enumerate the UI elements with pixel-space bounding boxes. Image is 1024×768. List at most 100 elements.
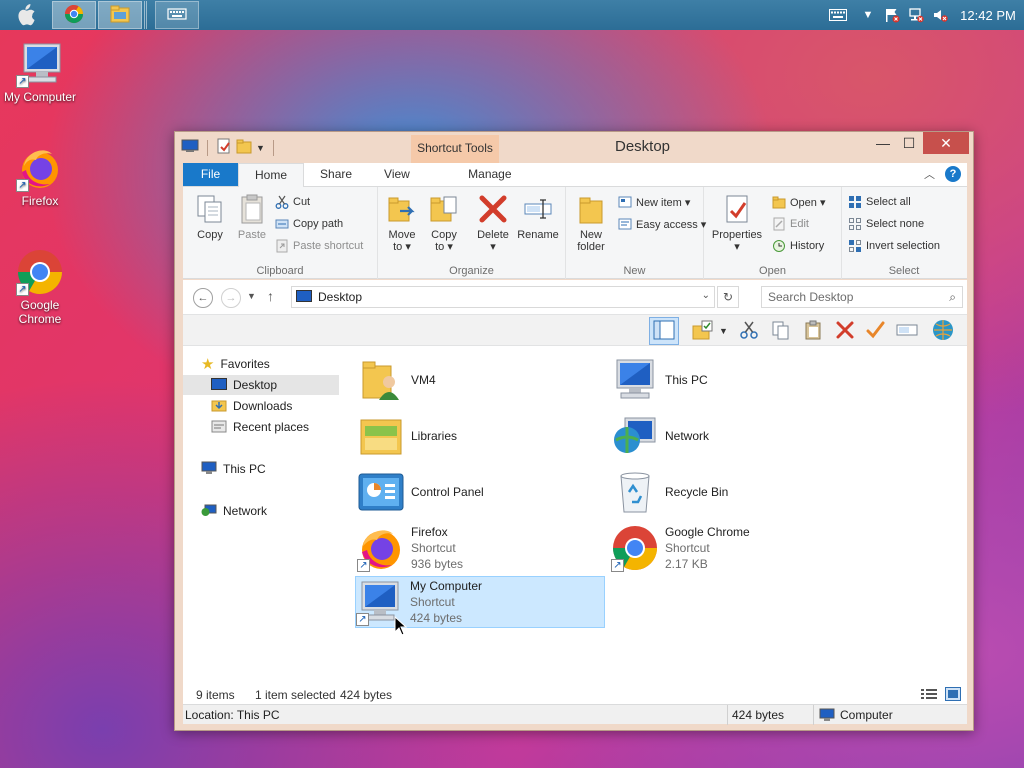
large-icons-view-icon [945, 687, 961, 704]
new-folder-label-line2: folder [577, 241, 605, 253]
copy-button[interactable]: Copy [187, 193, 233, 241]
copy-tool-button[interactable] [769, 319, 793, 343]
close-button[interactable]: ✕ [923, 132, 969, 154]
file-item-libraries[interactable]: Libraries [357, 410, 607, 462]
forward-button[interactable]: → [221, 288, 241, 308]
large-icons-view-button[interactable] [945, 687, 961, 704]
select-all-button[interactable]: Select all [848, 192, 911, 212]
delete-tool-button[interactable] [833, 319, 857, 343]
file-item-control-panel[interactable]: Control Panel [357, 466, 607, 518]
file-item-recycle-bin[interactable]: Recycle Bin [611, 466, 861, 518]
file-item-google-chrome[interactable]: ↗ Google Chrome Shortcut 2.17 KB [611, 522, 861, 574]
paste-shortcut-button[interactable]: Paste shortcut [275, 236, 363, 256]
invert-selection-button[interactable]: Invert selection [848, 236, 940, 256]
tray-chevron-icon[interactable]: ▼ [856, 0, 880, 30]
back-button[interactable]: ← [193, 288, 213, 308]
properties-icon[interactable] [216, 138, 232, 157]
computer-icon [611, 356, 659, 404]
desktop-icon-label: My Computer [3, 90, 77, 104]
firefox-icon: ↗ [357, 524, 405, 572]
cut-button[interactable]: Cut [275, 192, 310, 212]
maximize-button[interactable]: ☐ [893, 132, 925, 154]
chrome-icon: ↗ [611, 524, 659, 572]
nav-network[interactable]: Network [201, 501, 357, 521]
clock[interactable]: 12:42 PM [952, 8, 1024, 23]
apple-logo-icon[interactable] [0, 0, 50, 30]
desktop-icon-google-chrome[interactable]: ↗ Google Chrome [0, 248, 80, 326]
details-view-button[interactable] [921, 688, 937, 703]
file-item-network[interactable]: Network [611, 410, 861, 462]
search-input[interactable]: Search Desktop ⌕ [761, 286, 963, 308]
preview-pane-button[interactable] [649, 317, 679, 345]
file-item-firefox[interactable]: ↗ Firefox Shortcut 936 bytes [357, 522, 607, 574]
copy-to-label-line2: to ▾ [435, 241, 453, 253]
file-item-this-pc[interactable]: This PC [611, 354, 861, 406]
rename-tool-button[interactable] [895, 319, 919, 343]
nav-favorites[interactable]: ★ Favorites [201, 354, 357, 374]
delete-button[interactable]: Delete ▾ [470, 193, 516, 253]
copy-path-button[interactable]: Copy path [275, 214, 343, 234]
minimize-ribbon-chevron-icon[interactable]: ︿ [924, 166, 935, 182]
move-to-button[interactable]: Move to ▾ [379, 193, 425, 253]
taskbar-chrome-button[interactable] [52, 1, 96, 29]
back-arrow-icon: ← [197, 292, 209, 304]
select-none-label: Select none [866, 218, 925, 230]
qat-customize-chevron-icon[interactable]: ▼ [256, 143, 265, 153]
checkbox-folder-button[interactable] [691, 319, 715, 343]
copy-to-button[interactable]: Copy to ▾ [421, 193, 467, 253]
tab-manage[interactable]: Manage [446, 163, 534, 186]
nav-desktop[interactable]: Desktop [183, 375, 339, 395]
new-folder-button[interactable]: New folder [568, 193, 614, 253]
tab-share[interactable]: Share [304, 163, 368, 186]
properties-tool-button[interactable] [863, 319, 887, 343]
tab-view[interactable]: View [368, 163, 426, 186]
file-name: Libraries [411, 429, 458, 443]
address-dropdown-chevron-icon[interactable]: ⌄ [702, 290, 710, 301]
history-button[interactable]: History [772, 236, 824, 256]
paste-tool-button[interactable] [801, 319, 825, 343]
speaker-muted-icon[interactable] [928, 0, 952, 30]
taskbar-file-explorer-button[interactable] [98, 1, 142, 29]
desktop-icon-my-computer[interactable]: ↗ My Computer [0, 40, 80, 104]
recent-locations-chevron-icon[interactable]: ▼ [247, 291, 256, 301]
desktop-icon-firefox[interactable]: ↗ Firefox [0, 144, 80, 208]
refresh-button[interactable]: ↻ [717, 286, 739, 308]
new-item-label: New item ▾ [636, 196, 691, 209]
title-bar[interactable]: ▼ Shortcut Tools Desktop — ☐ ✕ [175, 132, 973, 163]
paste-button[interactable]: Paste [229, 193, 275, 241]
easy-access-button[interactable]: Easy access ▾ [618, 214, 706, 234]
ribbon-tabs: File Home Share View Manage ︿ ? [183, 163, 967, 187]
file-item-vm4[interactable]: VM4 [357, 354, 607, 406]
new-item-button[interactable]: New item ▾ [618, 192, 690, 212]
address-field[interactable]: Desktop ⌄ [291, 286, 715, 308]
file-size: 424 bytes [410, 611, 463, 625]
keyboard-layout-icon[interactable] [820, 0, 856, 30]
checkbox-folder-icon [692, 320, 714, 343]
network-warning-icon[interactable] [904, 0, 928, 30]
rename-button[interactable]: Rename [515, 193, 561, 241]
file-explorer-icon [110, 5, 130, 26]
select-none-button[interactable]: Select none [848, 214, 924, 234]
taskbar-keyboard-button[interactable] [155, 1, 199, 29]
computer-icon: ↗ [16, 40, 64, 88]
scissors-icon [739, 320, 759, 343]
taskbar-separator [144, 1, 147, 29]
help-icon[interactable]: ? [945, 166, 961, 182]
tab-home[interactable]: Home [238, 163, 305, 187]
copy-label: Copy [197, 229, 223, 241]
user-folder-icon [357, 356, 405, 404]
open-button[interactable]: Open ▾ [772, 192, 826, 212]
flag-warning-icon[interactable] [880, 0, 904, 30]
up-arrow-icon[interactable]: ↑ [267, 288, 274, 304]
globe-tool-button[interactable] [931, 319, 955, 343]
search-icon: ⌕ [949, 290, 956, 304]
tab-file[interactable]: File [183, 163, 238, 186]
edit-button[interactable]: Edit [772, 214, 809, 234]
toolbar-chevron-icon[interactable]: ▼ [719, 326, 728, 336]
cut-tool-button[interactable] [737, 319, 761, 343]
new-folder-icon[interactable] [236, 138, 252, 157]
properties-button[interactable]: Properties ▾ [710, 193, 764, 253]
file-item-my-computer[interactable]: ↗ My Computer Shortcut 424 bytes [355, 576, 605, 628]
file-name: This PC [665, 373, 708, 387]
nav-this-pc[interactable]: This PC [201, 459, 357, 479]
